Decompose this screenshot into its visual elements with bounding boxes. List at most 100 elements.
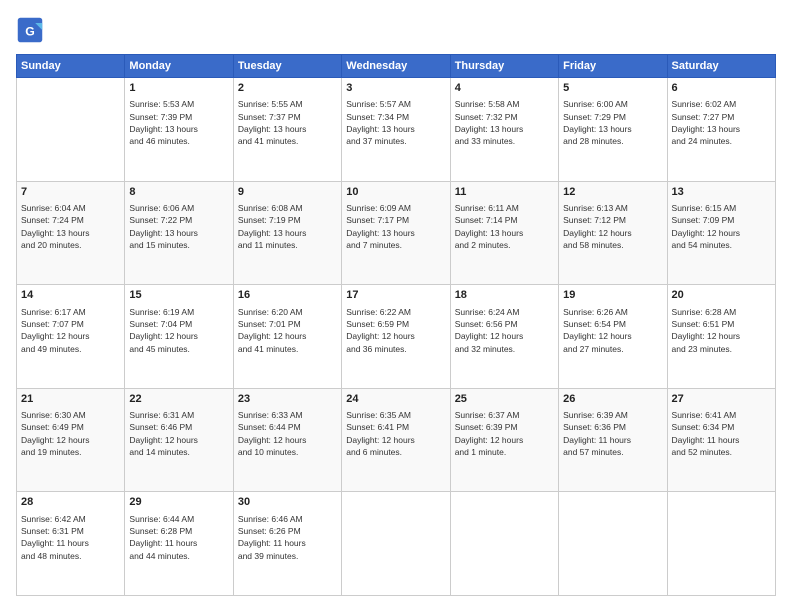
day-number: 21 bbox=[21, 392, 120, 407]
day-number: 25 bbox=[455, 392, 554, 407]
cell-info: Sunrise: 6:35 AM Sunset: 6:41 PM Dayligh… bbox=[346, 409, 445, 458]
calendar-cell: 15Sunrise: 6:19 AM Sunset: 7:04 PM Dayli… bbox=[125, 285, 233, 389]
cell-info: Sunrise: 6:17 AM Sunset: 7:07 PM Dayligh… bbox=[21, 306, 120, 355]
day-number: 6 bbox=[672, 81, 771, 96]
calendar-cell: 29 Sunrise: 6:44 AM Sunset: 6:28 PM Dayli… bbox=[125, 492, 233, 596]
day-number: 18 bbox=[455, 288, 554, 303]
calendar-cell: 7 Sunrise: 6:04 AM Sunset: 7:24 PM Daylig… bbox=[17, 181, 125, 285]
cell-info: Sunrise: 6:24 AM Sunset: 6:56 PM Dayligh… bbox=[455, 306, 554, 355]
day-number: 7 bbox=[21, 185, 120, 200]
weekday-header-tuesday: Tuesday bbox=[233, 55, 341, 78]
cell-info: Sunrise: 6:19 AM Sunset: 7:04 PM Dayligh… bbox=[129, 306, 228, 355]
cell-info: Sunrise: 5:55 AM Sunset: 7:37 PM Dayligh… bbox=[238, 98, 337, 147]
calendar-week-4: 21 Sunrise: 6:30 AM Sunset: 6:49 PM Dayli… bbox=[17, 388, 776, 492]
calendar-cell: 4Sunrise: 5:58 AM Sunset: 7:32 PM Daylig… bbox=[450, 78, 558, 182]
weekday-header-friday: Friday bbox=[559, 55, 667, 78]
header: G bbox=[16, 16, 776, 44]
day-number: 4 bbox=[455, 81, 554, 96]
weekday-header-row: SundayMondayTuesdayWednesdayThursdayFrid… bbox=[17, 55, 776, 78]
calendar-cell: 2 Sunrise: 5:55 AM Sunset: 7:37 PM Daylig… bbox=[233, 78, 341, 182]
calendar-cell: 3Sunrise: 5:57 AM Sunset: 7:34 PM Daylig… bbox=[342, 78, 450, 182]
calendar-cell bbox=[667, 492, 775, 596]
calendar-cell: 21 Sunrise: 6:30 AM Sunset: 6:49 PM Dayli… bbox=[17, 388, 125, 492]
cell-info: Sunrise: 6:15 AM Sunset: 7:09 PM Dayligh… bbox=[672, 202, 771, 251]
page: G SundayMondayTuesdayWednesdayThursdayFr… bbox=[0, 0, 792, 612]
cell-info: Sunrise: 6:37 AM Sunset: 6:39 PM Dayligh… bbox=[455, 409, 554, 458]
weekday-header-wednesday: Wednesday bbox=[342, 55, 450, 78]
calendar-cell: 8 Sunrise: 6:06 AM Sunset: 7:22 PM Daylig… bbox=[125, 181, 233, 285]
cell-info: Sunrise: 6:33 AM Sunset: 6:44 PM Dayligh… bbox=[238, 409, 337, 458]
calendar-cell: 13 Sunrise: 6:15 AM Sunset: 7:09 PM Dayli… bbox=[667, 181, 775, 285]
calendar-cell: 22Sunrise: 6:31 AM Sunset: 6:46 PM Dayli… bbox=[125, 388, 233, 492]
day-number: 23 bbox=[238, 392, 337, 407]
cell-info: Sunrise: 6:39 AM Sunset: 6:36 PM Dayligh… bbox=[563, 409, 662, 458]
calendar-cell: 16 Sunrise: 6:20 AM Sunset: 7:01 PM Dayli… bbox=[233, 285, 341, 389]
day-number: 27 bbox=[672, 392, 771, 407]
day-number: 28 bbox=[21, 495, 120, 510]
day-number: 12 bbox=[563, 185, 662, 200]
cell-info: Sunrise: 6:44 AM Sunset: 6:28 PM Dayligh… bbox=[129, 513, 228, 562]
calendar-cell: 10 Sunrise: 6:09 AM Sunset: 7:17 PM Dayli… bbox=[342, 181, 450, 285]
calendar-cell: 20Sunrise: 6:28 AM Sunset: 6:51 PM Dayli… bbox=[667, 285, 775, 389]
cell-info: Sunrise: 6:20 AM Sunset: 7:01 PM Dayligh… bbox=[238, 306, 337, 355]
calendar-cell: 14 Sunrise: 6:17 AM Sunset: 7:07 PM Dayli… bbox=[17, 285, 125, 389]
cell-info: Sunrise: 5:53 AM Sunset: 7:39 PM Dayligh… bbox=[129, 98, 228, 147]
calendar-cell: 27 Sunrise: 6:41 AM Sunset: 6:34 PM Dayli… bbox=[667, 388, 775, 492]
day-number: 26 bbox=[563, 392, 662, 407]
day-number: 1 bbox=[129, 81, 228, 96]
calendar-cell: 11Sunrise: 6:11 AM Sunset: 7:14 PM Dayli… bbox=[450, 181, 558, 285]
svg-text:G: G bbox=[25, 24, 35, 38]
cell-info: Sunrise: 6:26 AM Sunset: 6:54 PM Dayligh… bbox=[563, 306, 662, 355]
day-number: 5 bbox=[563, 81, 662, 96]
calendar-week-1: 1 Sunrise: 5:53 AM Sunset: 7:39 PM Daylig… bbox=[17, 78, 776, 182]
day-number: 13 bbox=[672, 185, 771, 200]
calendar-cell: 5 Sunrise: 6:00 AM Sunset: 7:29 PM Daylig… bbox=[559, 78, 667, 182]
day-number: 19 bbox=[563, 288, 662, 303]
cell-info: Sunrise: 6:46 AM Sunset: 6:26 PM Dayligh… bbox=[238, 513, 337, 562]
cell-info: Sunrise: 6:08 AM Sunset: 7:19 PM Dayligh… bbox=[238, 202, 337, 251]
calendar-cell: 28 Sunrise: 6:42 AM Sunset: 6:31 PM Dayli… bbox=[17, 492, 125, 596]
calendar-table: SundayMondayTuesdayWednesdayThursdayFrid… bbox=[16, 54, 776, 596]
cell-info: Sunrise: 6:30 AM Sunset: 6:49 PM Dayligh… bbox=[21, 409, 120, 458]
calendar-cell bbox=[17, 78, 125, 182]
calendar-cell bbox=[450, 492, 558, 596]
day-number: 17 bbox=[346, 288, 445, 303]
calendar-cell: 24Sunrise: 6:35 AM Sunset: 6:41 PM Dayli… bbox=[342, 388, 450, 492]
day-number: 10 bbox=[346, 185, 445, 200]
calendar-cell: 25 Sunrise: 6:37 AM Sunset: 6:39 PM Dayli… bbox=[450, 388, 558, 492]
day-number: 8 bbox=[129, 185, 228, 200]
weekday-header-saturday: Saturday bbox=[667, 55, 775, 78]
calendar-cell: 30 Sunrise: 6:46 AM Sunset: 6:26 PM Dayli… bbox=[233, 492, 341, 596]
cell-info: Sunrise: 6:09 AM Sunset: 7:17 PM Dayligh… bbox=[346, 202, 445, 251]
calendar-week-5: 28 Sunrise: 6:42 AM Sunset: 6:31 PM Dayli… bbox=[17, 492, 776, 596]
cell-info: Sunrise: 6:00 AM Sunset: 7:29 PM Dayligh… bbox=[563, 98, 662, 147]
cell-info: Sunrise: 6:41 AM Sunset: 6:34 PM Dayligh… bbox=[672, 409, 771, 458]
calendar-cell: 26 Sunrise: 6:39 AM Sunset: 6:36 PM Dayli… bbox=[559, 388, 667, 492]
cell-info: Sunrise: 6:11 AM Sunset: 7:14 PM Dayligh… bbox=[455, 202, 554, 251]
day-number: 16 bbox=[238, 288, 337, 303]
cell-info: Sunrise: 6:28 AM Sunset: 6:51 PM Dayligh… bbox=[672, 306, 771, 355]
cell-info: Sunrise: 6:31 AM Sunset: 6:46 PM Dayligh… bbox=[129, 409, 228, 458]
day-number: 14 bbox=[21, 288, 120, 303]
cell-info: Sunrise: 6:06 AM Sunset: 7:22 PM Dayligh… bbox=[129, 202, 228, 251]
day-number: 29 bbox=[129, 495, 228, 510]
calendar-cell: 6Sunrise: 6:02 AM Sunset: 7:27 PM Daylig… bbox=[667, 78, 775, 182]
calendar-cell: 9 Sunrise: 6:08 AM Sunset: 7:19 PM Daylig… bbox=[233, 181, 341, 285]
day-number: 3 bbox=[346, 81, 445, 96]
weekday-header-sunday: Sunday bbox=[17, 55, 125, 78]
day-number: 9 bbox=[238, 185, 337, 200]
cell-info: Sunrise: 6:04 AM Sunset: 7:24 PM Dayligh… bbox=[21, 202, 120, 251]
calendar-cell bbox=[559, 492, 667, 596]
calendar-cell bbox=[342, 492, 450, 596]
day-number: 2 bbox=[238, 81, 337, 96]
cell-info: Sunrise: 6:42 AM Sunset: 6:31 PM Dayligh… bbox=[21, 513, 120, 562]
cell-info: Sunrise: 6:13 AM Sunset: 7:12 PM Dayligh… bbox=[563, 202, 662, 251]
logo: G bbox=[16, 16, 48, 44]
day-number: 30 bbox=[238, 495, 337, 510]
logo-icon: G bbox=[16, 16, 44, 44]
calendar-cell: 19 Sunrise: 6:26 AM Sunset: 6:54 PM Dayli… bbox=[559, 285, 667, 389]
calendar-week-2: 7 Sunrise: 6:04 AM Sunset: 7:24 PM Daylig… bbox=[17, 181, 776, 285]
calendar-cell: 18 Sunrise: 6:24 AM Sunset: 6:56 PM Dayli… bbox=[450, 285, 558, 389]
calendar-cell: 12 Sunrise: 6:13 AM Sunset: 7:12 PM Dayli… bbox=[559, 181, 667, 285]
weekday-header-thursday: Thursday bbox=[450, 55, 558, 78]
